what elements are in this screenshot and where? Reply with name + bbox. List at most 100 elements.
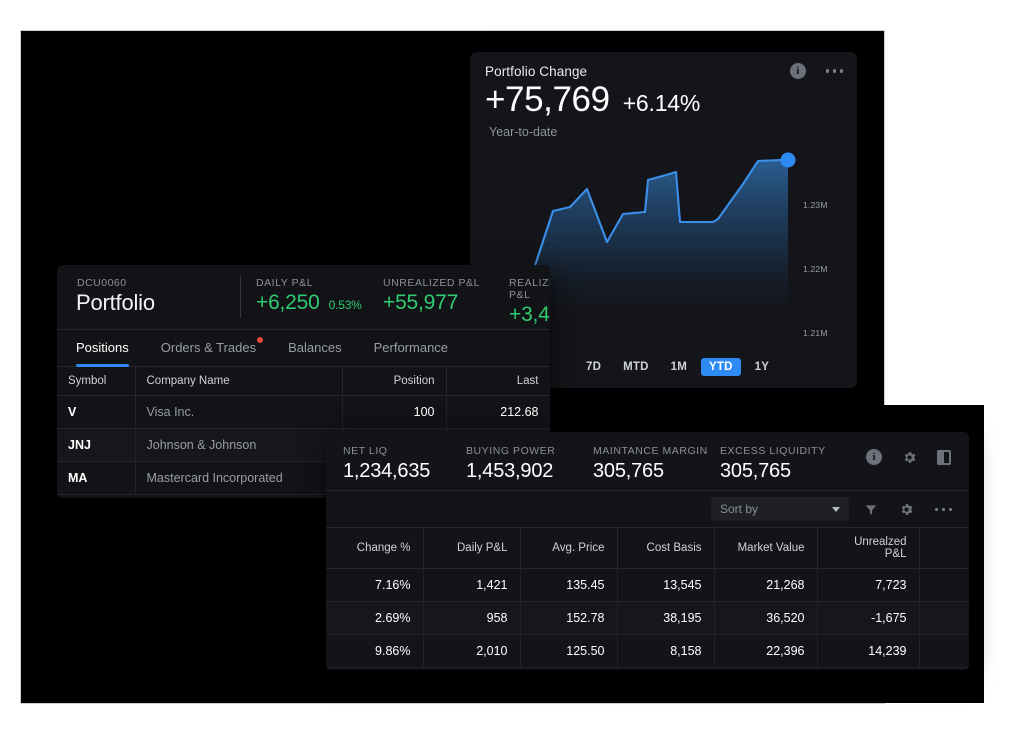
cell-change-pct: 7.16% — [326, 569, 423, 602]
cell-company: Johnson & Johnson — [135, 429, 342, 462]
column-header-change-pct[interactable]: Change % — [326, 528, 423, 569]
notification-dot-icon — [257, 337, 263, 343]
column-header-company-name[interactable]: Company Name — [135, 367, 342, 396]
ellipsis-icon[interactable] — [935, 508, 952, 511]
metric-excess-liquidity: EXCESS LIQUIDITY 305,765 — [720, 445, 826, 483]
account-header-actions: i — [866, 449, 951, 465]
gear-icon[interactable] — [899, 502, 914, 517]
cell-avg-price: 135.45 — [520, 569, 617, 602]
metric-net-liq-value: 1,234,635 — [343, 460, 430, 483]
page-title: Portfolio — [76, 290, 155, 316]
cell-change-pct: 9.86% — [326, 635, 423, 668]
table-row[interactable]: 7.16% 1,421 135.45 13,545 21,268 7,723 — [326, 569, 969, 602]
metric-realized-pnl-label: REALIZED P&L — [509, 277, 550, 301]
metric-excess-liquidity-value: 305,765 — [720, 460, 826, 483]
info-icon[interactable]: i — [866, 449, 882, 465]
metric-net-liq-label: NET LIQ — [343, 445, 430, 457]
cell-unrealized-pnl: -1,675 — [817, 602, 919, 635]
cell-symbol: MA — [57, 462, 135, 495]
metric-daily-pnl-value: +6,250 — [256, 291, 320, 315]
filter-icon[interactable] — [864, 503, 878, 517]
metric-realized-pnl: REALIZED P&L +3,456 — [509, 277, 550, 327]
cell-market-value: 21,268 — [714, 569, 817, 602]
table-row[interactable]: V Visa Inc. 100 212.68 — [57, 396, 550, 429]
ellipsis-icon[interactable] — [826, 69, 843, 72]
sort-by-dropdown[interactable]: Sort by — [711, 497, 849, 521]
metric-buying-power-value: 1,453,902 — [466, 460, 555, 483]
cell-position: 100 — [342, 396, 446, 429]
metric-maintance-margin: MAINTANCE MARGIN 305,765 — [593, 445, 708, 483]
column-header-daily-pnl[interactable]: Daily P&L — [423, 528, 520, 569]
metric-buying-power-label: BUYING POWER — [466, 445, 555, 457]
metric-realized-pnl-value: +3,456 — [509, 303, 550, 327]
metric-unrealized-pnl: UNREALIZED P&L +55,977 — [383, 277, 480, 315]
column-header-spacer — [919, 528, 969, 569]
range-button-1y[interactable]: 1Y — [747, 358, 777, 376]
range-button-mtd[interactable]: MTD — [615, 358, 657, 376]
chart-area-fill — [522, 159, 788, 322]
metric-maintance-margin-label: MAINTANCE MARGIN — [593, 445, 708, 457]
metric-maintance-margin-value: 305,765 — [593, 460, 708, 483]
cell-symbol: JNJ — [57, 429, 135, 462]
portfolio-change-percent: +6.14% — [623, 90, 700, 117]
sort-by-label: Sort by — [720, 502, 758, 516]
tab-positions[interactable]: Positions — [76, 340, 129, 357]
cell-spacer — [919, 569, 969, 602]
metric-daily-pnl-percent: 0.53% — [329, 298, 362, 312]
account-summary-card: NET LIQ 1,234,635 BUYING POWER 1,453,902… — [326, 432, 969, 670]
cell-last: 212.68 — [446, 396, 550, 429]
tab-performance[interactable]: Performance — [374, 340, 448, 357]
range-button-ytd[interactable]: YTD — [701, 358, 741, 376]
account-table-header-row: Change % Daily P&L Avg. Price Cost Basis… — [326, 528, 969, 569]
chart-ylabel-0: 1.23M — [803, 200, 828, 210]
cell-cost-basis: 13,545 — [617, 569, 714, 602]
portfolio-change-period: Year-to-date — [489, 125, 557, 139]
column-header-avg-price[interactable]: Avg. Price — [520, 528, 617, 569]
column-header-market-value[interactable]: Market Value — [714, 528, 817, 569]
cell-unrealized-pnl: 7,723 — [817, 569, 919, 602]
range-button-1m[interactable]: 1M — [663, 358, 695, 376]
column-header-symbol[interactable]: Symbol — [57, 367, 135, 396]
toolbar-actions — [864, 502, 952, 517]
account-number: DCU0060 — [77, 277, 127, 289]
chart-end-point-marker — [781, 153, 796, 168]
info-icon[interactable]: i — [790, 63, 806, 79]
account-positions-table: Change % Daily P&L Avg. Price Cost Basis… — [326, 528, 969, 668]
cell-cost-basis: 38,195 — [617, 602, 714, 635]
metric-daily-pnl-label: DAILY P&L — [256, 277, 362, 289]
cell-avg-price: 125.50 — [520, 635, 617, 668]
column-header-position[interactable]: Position — [342, 367, 446, 396]
cell-unrealized-pnl: 14,239 — [817, 635, 919, 668]
metric-buying-power: BUYING POWER 1,453,902 — [466, 445, 555, 483]
portfolio-header: DCU0060 Portfolio DAILY P&L +6,250 0.53%… — [57, 265, 550, 329]
cell-daily-pnl: 958 — [423, 602, 520, 635]
metric-unrealized-pnl-value: +55,977 — [383, 291, 458, 315]
table-row[interactable]: 2.69% 958 152.78 38,195 36,520 -1,675 — [326, 602, 969, 635]
panel-layout-icon[interactable] — [937, 450, 951, 465]
tab-balances[interactable]: Balances — [288, 340, 341, 357]
tab-orders-trades-label: Orders & Trades — [161, 340, 256, 355]
cell-market-value: 22,396 — [714, 635, 817, 668]
cell-market-value: 36,520 — [714, 602, 817, 635]
cell-spacer — [919, 635, 969, 668]
screenshot-root: Portfolio Change i +75,769 +6.14% Year-t… — [0, 0, 1031, 729]
cell-company: Mastercard Incorporated — [135, 462, 342, 495]
cell-avg-price: 152.78 — [520, 602, 617, 635]
metric-excess-liquidity-label: EXCESS LIQUIDITY — [720, 445, 826, 457]
cell-change-pct: 2.69% — [326, 602, 423, 635]
portfolio-change-values: +75,769 +6.14% — [485, 80, 700, 120]
chart-ylabel-2: 1.21M — [803, 328, 828, 338]
column-header-last[interactable]: Last — [446, 367, 550, 396]
cell-daily-pnl: 1,421 — [423, 569, 520, 602]
range-button-7d[interactable]: 7D — [578, 358, 609, 376]
metric-net-liq: NET LIQ 1,234,635 — [343, 445, 430, 483]
column-header-cost-basis[interactable]: Cost Basis — [617, 528, 714, 569]
portfolio-change-amount: +75,769 — [485, 80, 610, 120]
tab-orders-trades[interactable]: Orders & Trades — [161, 340, 256, 357]
cell-symbol: V — [57, 396, 135, 429]
column-header-unrealized-pnl[interactable]: Unrealzed P&L — [817, 528, 919, 569]
header-divider — [240, 276, 241, 318]
table-row[interactable]: 9.86% 2,010 125.50 8,158 22,396 14,239 — [326, 635, 969, 668]
portfolio-tabs: Positions Orders & Trades Balances Perfo… — [57, 329, 550, 366]
gear-icon[interactable] — [902, 450, 917, 465]
